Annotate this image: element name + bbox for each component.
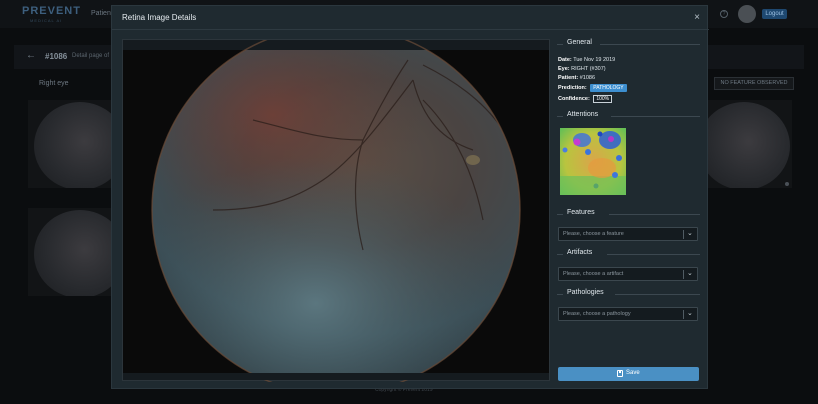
prediction-label: Prediction: [558, 85, 587, 91]
pathologies-placeholder: Please, choose a pathology [563, 311, 631, 317]
general-section-header: General [557, 39, 700, 49]
page-title: #1086 [45, 52, 68, 61]
avatar[interactable] [738, 5, 756, 23]
prediction-row: Prediction: PATHOLOGY [558, 84, 627, 92]
patient-label: Patient: [558, 75, 579, 81]
image-bottom-bar [123, 373, 549, 380]
artifacts-select[interactable]: Please, choose a artifact ⌄ [558, 267, 698, 281]
save-button[interactable]: Save [558, 367, 699, 381]
chevron-down-icon[interactable]: ⌄ [687, 229, 693, 237]
date-label: Date: [558, 57, 572, 63]
attentions-heading: Attentions [567, 111, 599, 118]
no-feature-observed-badge[interactable]: NO FEATURE OBSERVED [714, 77, 794, 90]
confidence-row: Confidence: 100% [558, 95, 613, 103]
features-placeholder: Please, choose a feature [563, 231, 624, 237]
confidence-label: Confidence: [558, 96, 590, 102]
eye-label: Eye: [558, 66, 570, 72]
details-side-panel: General Date: Tue Nov 19 2019 Eye: RIGHT… [557, 39, 700, 384]
chevron-down-icon[interactable]: ⌄ [687, 269, 693, 277]
eye-value: RIGHT (#307) [571, 66, 606, 72]
eye-row: Eye: RIGHT (#307) [558, 66, 606, 72]
patient-row: Patient: #1086 [558, 75, 595, 81]
right-eye-heading: Right eye [39, 80, 69, 87]
brand-logo[interactable]: PREVENT [22, 5, 81, 17]
features-section-header: Features [557, 209, 700, 219]
logout-button[interactable]: Logout [762, 9, 787, 19]
chevron-down-icon[interactable]: ⌄ [687, 309, 693, 317]
features-select[interactable]: Please, choose a feature ⌄ [558, 227, 698, 241]
date-row: Date: Tue Nov 19 2019 [558, 57, 615, 63]
pathologies-section-header: Pathologies [557, 289, 700, 299]
confidence-badge: 100% [593, 95, 613, 103]
attentions-section-header: Attentions [557, 111, 700, 121]
brand-tagline: MEDICAL AI [30, 18, 63, 23]
pathologies-select[interactable]: Please, choose a pathology ⌄ [558, 307, 698, 321]
retina-thumbnail[interactable] [28, 208, 112, 296]
general-heading: General [567, 39, 592, 46]
patient-value: #1086 [579, 75, 595, 81]
retina-fundus-image [151, 40, 521, 382]
save-icon [617, 370, 623, 377]
artifacts-placeholder: Please, choose a artifact [563, 271, 624, 277]
retina-thumbnail[interactable] [28, 100, 112, 188]
close-icon[interactable]: × [691, 12, 703, 24]
modal-title: Retina Image Details [122, 13, 197, 22]
retina-image-viewer[interactable] [122, 39, 550, 382]
save-label: Save [626, 370, 640, 376]
help-icon[interactable]: ? [720, 10, 728, 18]
retina-details-modal: Retina Image Details × General Date: Tue… [111, 5, 709, 389]
page-subtitle: Detail page of a [72, 53, 115, 59]
features-heading: Features [567, 209, 595, 216]
artifacts-section-header: Artifacts [557, 249, 700, 259]
retina-thumbnail[interactable] [708, 100, 792, 188]
artifacts-heading: Artifacts [567, 249, 593, 256]
prediction-badge: PATHOLOGY [590, 84, 627, 92]
back-arrow-icon[interactable]: ← [26, 50, 36, 61]
attention-heatmap[interactable] [560, 128, 626, 195]
pathologies-heading: Pathologies [567, 289, 604, 296]
pagination-dot[interactable] [785, 182, 789, 186]
date-value: Tue Nov 19 2019 [573, 57, 616, 63]
modal-header: Retina Image Details × [112, 6, 709, 30]
